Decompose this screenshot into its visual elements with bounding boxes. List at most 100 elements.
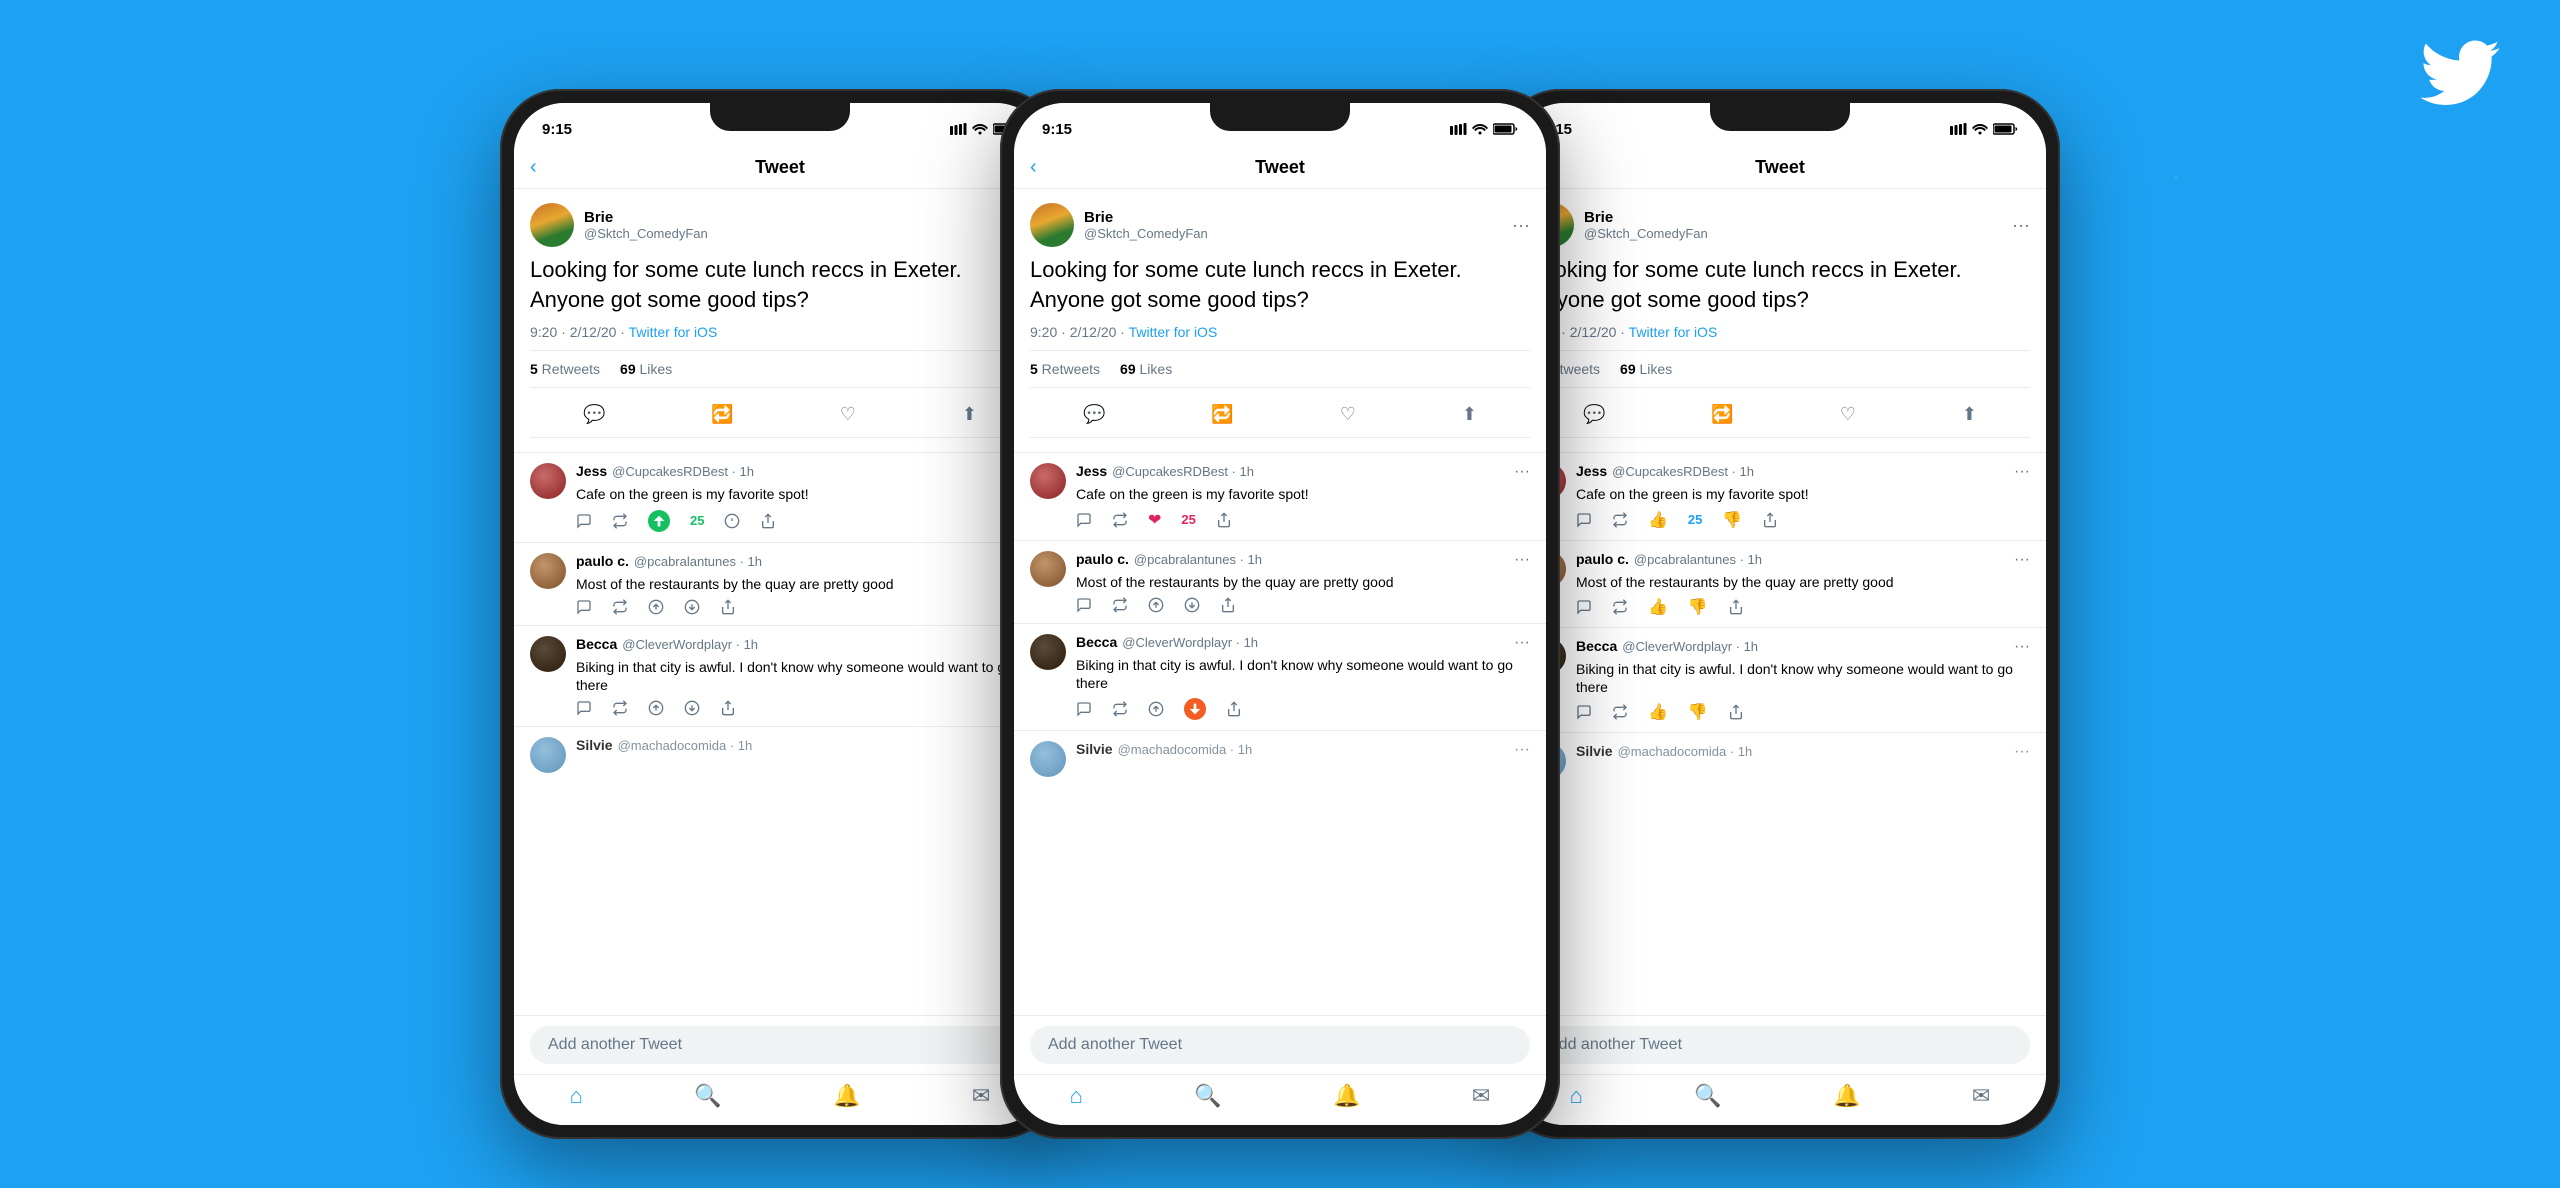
home-icon-3[interactable]: ⌂	[1570, 1083, 1583, 1109]
tweet-meta-3: 9:20 · 2/12/20 · Twitter for iOS	[1530, 324, 2030, 340]
reply-rt-becca-3[interactable]	[1612, 704, 1628, 720]
messages-icon-1[interactable]: ✉	[972, 1083, 990, 1109]
reply-comment-paulo-2[interactable]	[1076, 597, 1092, 613]
reply-rt-jess-1[interactable]	[612, 513, 628, 529]
messages-icon-2[interactable]: ✉	[1472, 1083, 1490, 1109]
reply-more-silvie-3[interactable]: ···	[2014, 743, 2030, 761]
reply-comment-jess-3[interactable]	[1576, 512, 1592, 528]
nav-title-1: Tweet	[755, 157, 805, 178]
search-icon-3[interactable]: 🔍	[1694, 1083, 1721, 1109]
reply-share-becca-2[interactable]	[1226, 701, 1242, 717]
home-icon-1[interactable]: ⌂	[570, 1083, 583, 1109]
notifications-icon-3[interactable]: 🔔	[1833, 1083, 1860, 1109]
reply-icon-3[interactable]: 💬	[1577, 398, 1611, 431]
reply-rt-jess-2[interactable]	[1112, 512, 1128, 528]
reply-handle-jess-3: @CupcakesRDBest · 1h	[1612, 464, 1754, 479]
like-icon-2[interactable]: ♡	[1334, 398, 1362, 431]
back-button-2[interactable]: ‹	[1030, 156, 1037, 179]
reply-more-paulo-3[interactable]: ···	[2014, 551, 2030, 569]
reply-rt-paulo-3[interactable]	[1612, 599, 1628, 615]
reply-comment-jess-2[interactable]	[1076, 512, 1092, 528]
reply-upvote-jess-1[interactable]	[648, 510, 670, 532]
reply-rt-becca-2[interactable]	[1112, 701, 1128, 717]
reply-thumbsdown-jess-3[interactable]: 👎	[1722, 510, 1742, 530]
reply-thumbsup-paulo-3[interactable]: 👍	[1648, 597, 1668, 617]
reply-upvote-becca-1[interactable]	[648, 700, 664, 716]
reply-icon-1[interactable]: 💬	[577, 398, 611, 431]
share-icon-2[interactable]: ⬆	[1456, 398, 1483, 431]
reply-comment-jess-1[interactable]	[576, 513, 592, 529]
back-button-1[interactable]: ‹	[530, 156, 537, 179]
add-tweet-input-1[interactable]: Add another Tweet	[530, 1026, 1030, 1064]
reply-share-jess-2[interactable]	[1216, 512, 1232, 528]
share-icon-1[interactable]: ⬆	[956, 398, 983, 431]
reply-rt-paulo-1[interactable]	[612, 599, 628, 615]
retweet-icon-3[interactable]: 🔁	[1705, 398, 1739, 431]
reply-rt-becca-1[interactable]	[612, 700, 628, 716]
reply-comment-becca-2[interactable]	[1076, 701, 1092, 717]
reply-more-paulo-2[interactable]: ···	[1514, 551, 1530, 569]
reply-downvote-paulo-2[interactable]	[1184, 597, 1200, 613]
home-icon-2[interactable]: ⌂	[1070, 1083, 1083, 1109]
reply-share-jess-1[interactable]	[760, 513, 776, 529]
add-tweet-input-2[interactable]: Add another Tweet	[1030, 1026, 1530, 1064]
reply-item-silvie-3: Silvie @machadocomida · 1h ···	[1514, 733, 2046, 789]
reply-rt-paulo-2[interactable]	[1112, 597, 1128, 613]
messages-icon-3[interactable]: ✉	[1972, 1083, 1990, 1109]
retweet-icon-2[interactable]: 🔁	[1205, 398, 1239, 431]
tweet-more-2[interactable]: ···	[1512, 216, 1530, 234]
reply-comment-paulo-3[interactable]	[1576, 599, 1592, 615]
reply-upvote-paulo-1[interactable]	[648, 599, 664, 615]
reply-more-jess-2[interactable]: ···	[1514, 463, 1530, 481]
twitter-for-ios-link-1[interactable]: Twitter for iOS	[629, 324, 718, 340]
reply-thumbsdown-paulo-3[interactable]: 👎	[1688, 597, 1708, 617]
twitter-for-ios-link-2[interactable]: Twitter for iOS	[1129, 324, 1218, 340]
reply-more-silvie-2[interactable]: ···	[1514, 741, 1530, 759]
retweet-icon-1[interactable]: 🔁	[705, 398, 739, 431]
reply-thumbsdown-becca-3[interactable]: 👎	[1688, 702, 1708, 722]
reply-upvote-paulo-2[interactable]	[1148, 597, 1164, 613]
reply-share-paulo-1[interactable]	[720, 599, 736, 615]
like-icon-1[interactable]: ♡	[834, 398, 862, 431]
original-tweet-1: Brie @Sktch_ComedyFan ··· Looking for so…	[514, 189, 1046, 453]
reply-comment-paulo-1[interactable]	[576, 599, 592, 615]
reply-rt-jess-3[interactable]	[1612, 512, 1628, 528]
reply-name-jess-3: Jess	[1576, 463, 1607, 479]
twitter-for-ios-link-3[interactable]: Twitter for iOS	[1629, 324, 1718, 340]
avatar-silvie-2	[1030, 741, 1066, 777]
replies-list-1: Jess @CupcakesRDBest · 1h ··· Cafe on th…	[514, 453, 1046, 1015]
reply-comment-becca-3[interactable]	[1576, 704, 1592, 720]
search-icon-1[interactable]: 🔍	[694, 1083, 721, 1109]
reply-more-jess-3[interactable]: ···	[2014, 463, 2030, 481]
add-tweet-input-3[interactable]: Add another Tweet	[1530, 1026, 2030, 1064]
reply-share-paulo-3[interactable]	[1728, 599, 1744, 615]
reply-thumbsup-becca-3[interactable]: 👍	[1648, 702, 1668, 722]
reply-share-paulo-2[interactable]	[1220, 597, 1236, 613]
reply-thumbsup-jess-3[interactable]: 👍	[1648, 510, 1668, 530]
reply-share-jess-3[interactable]	[1762, 512, 1778, 528]
share-icon-3[interactable]: ⬆	[1956, 398, 1983, 431]
reply-share-becca-3[interactable]	[1728, 704, 1744, 720]
reply-item-jess-3: Jess @CupcakesRDBest · 1h ··· Cafe on th…	[1514, 453, 2046, 540]
reply-name-jess-2: Jess	[1076, 463, 1107, 479]
reply-downvote-jess-1[interactable]	[724, 513, 740, 529]
reply-downvote-becca-1[interactable]	[684, 700, 700, 716]
reply-more-becca-3[interactable]: ···	[2014, 638, 2030, 656]
notifications-icon-1[interactable]: 🔔	[833, 1083, 860, 1109]
reply-upvote-becca-2[interactable]	[1148, 701, 1164, 717]
search-icon-2[interactable]: 🔍	[1194, 1083, 1221, 1109]
like-icon-3[interactable]: ♡	[1834, 398, 1862, 431]
reply-body-silvie-3: Silvie @machadocomida · 1h ···	[1576, 743, 2030, 779]
reply-text-paulo-3: Most of the restaurants by the quay are …	[1576, 573, 2030, 591]
reply-comment-becca-1[interactable]	[576, 700, 592, 716]
notifications-icon-2[interactable]: 🔔	[1333, 1083, 1360, 1109]
reply-more-becca-2[interactable]: ···	[1514, 634, 1530, 652]
reply-downvote-paulo-1[interactable]	[684, 599, 700, 615]
reply-heart-jess-2[interactable]: ❤	[1148, 510, 1161, 530]
reply-downvote-becca-2[interactable]	[1184, 698, 1206, 720]
reply-share-becca-1[interactable]	[720, 700, 736, 716]
tweet-text-1: Looking for some cute lunch reccs in Exe…	[530, 255, 1030, 314]
reply-icon-2[interactable]: 💬	[1077, 398, 1111, 431]
tweet-more-3[interactable]: ···	[2012, 216, 2030, 234]
reply-name-silvie-1: Silvie	[576, 737, 613, 753]
